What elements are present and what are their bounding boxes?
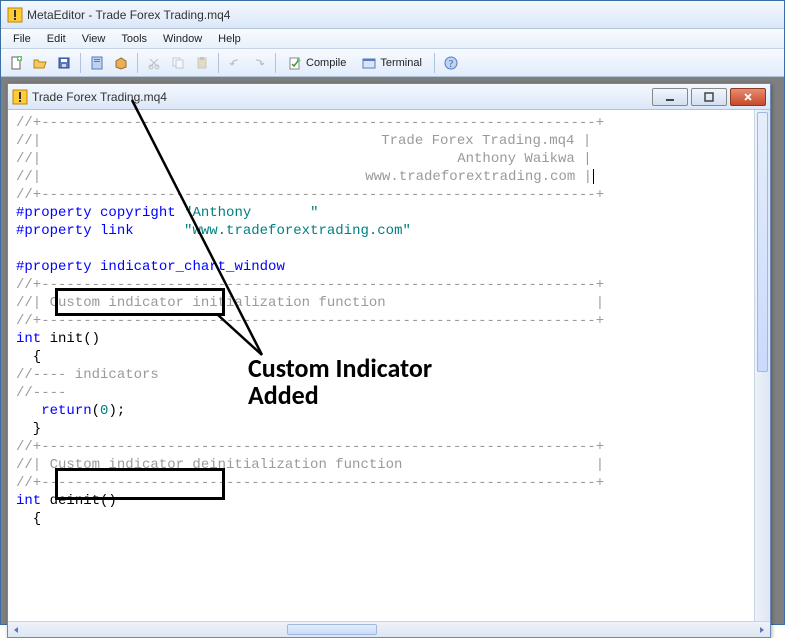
scroll-track[interactable] <box>24 622 754 637</box>
compile-button[interactable]: Compile <box>281 52 353 74</box>
save-button[interactable] <box>53 52 75 74</box>
toolbox-button[interactable] <box>110 52 132 74</box>
toolbar: Compile Terminal ? <box>1 49 784 77</box>
code-line: //+-------------------------------------… <box>16 277 604 293</box>
code-text: indicator_chart_window <box>92 259 285 275</box>
code-text: copyright <box>92 205 184 221</box>
svg-text:?: ? <box>449 59 454 70</box>
code-line: //+-------------------------------------… <box>16 313 604 329</box>
menu-tools[interactable]: Tools <box>113 31 155 47</box>
toolbar-separator <box>218 53 219 73</box>
scroll-left-arrow[interactable] <box>8 622 24 638</box>
open-file-button[interactable] <box>29 52 51 74</box>
toolbar-separator <box>137 53 138 73</box>
code-line: //+-------------------------------------… <box>16 115 604 131</box>
text-cursor <box>593 169 594 184</box>
scroll-thumb[interactable] <box>757 112 768 372</box>
toolbar-separator <box>80 53 81 73</box>
redo-button[interactable] <box>248 52 270 74</box>
navigator-button[interactable] <box>86 52 108 74</box>
new-file-button[interactable] <box>5 52 27 74</box>
code-line: //+-------------------------------------… <box>16 187 604 203</box>
code-line: { <box>16 349 41 365</box>
compile-label: Compile <box>306 57 346 69</box>
code-text: init() <box>41 331 100 347</box>
app-icon <box>7 7 23 23</box>
menu-edit[interactable]: Edit <box>39 31 74 47</box>
code-line: //| Custom indicator initialization func… <box>16 295 604 311</box>
code-line: } <box>16 421 41 437</box>
code-text: ); <box>108 403 125 419</box>
code-line: //+-------------------------------------… <box>16 475 604 491</box>
paste-button[interactable] <box>191 52 213 74</box>
cut-button[interactable] <box>143 52 165 74</box>
code-keyword: #property <box>16 259 92 275</box>
code-text: ( <box>92 403 100 419</box>
menu-help[interactable]: Help <box>210 31 249 47</box>
app-window: MetaEditor - Trade Forex Trading.mq4 Fil… <box>0 0 785 625</box>
code-line: //| <box>16 169 41 185</box>
editor-body: //+-------------------------------------… <box>8 110 770 621</box>
code-keyword: #property <box>16 223 92 239</box>
code-line: //---- indicators <box>16 367 159 383</box>
window-controls <box>652 88 766 106</box>
code-line: //| Custom indicator deinitialization fu… <box>16 457 604 473</box>
horizontal-scrollbar[interactable] <box>8 621 770 637</box>
scroll-thumb[interactable] <box>287 624 377 635</box>
mq4-file-icon <box>12 89 28 105</box>
code-line: www.tradeforextrading.com | <box>365 169 592 185</box>
mdi-area: Trade Forex Trading.mq4 //+-------------… <box>1 77 784 624</box>
terminal-label: Terminal <box>380 57 422 69</box>
menu-window[interactable]: Window <box>155 31 210 47</box>
app-title: MetaEditor - Trade Forex Trading.mq4 <box>27 8 230 22</box>
scroll-right-arrow[interactable] <box>754 622 770 638</box>
close-button[interactable] <box>730 88 766 106</box>
copy-button[interactable] <box>167 52 189 74</box>
code-text <box>16 403 41 419</box>
menu-file[interactable]: File <box>5 31 39 47</box>
code-line: { <box>16 511 41 527</box>
code-line: //+-------------------------------------… <box>16 439 604 455</box>
undo-button[interactable] <box>224 52 246 74</box>
toolbar-separator <box>275 53 276 73</box>
code-editor[interactable]: //+-------------------------------------… <box>8 110 754 621</box>
code-keyword: int <box>16 331 41 347</box>
code-string: "www.tradeforextrading.com" <box>184 223 411 239</box>
code-text: link <box>92 223 184 239</box>
maximize-button[interactable] <box>691 88 727 106</box>
editor-window: Trade Forex Trading.mq4 //+-------------… <box>7 83 771 638</box>
editor-title: Trade Forex Trading.mq4 <box>32 90 652 104</box>
code-string: "Anthony " <box>184 205 318 221</box>
code-line: //---- <box>16 385 66 401</box>
vertical-scrollbar[interactable] <box>754 110 770 621</box>
code-line: //| <box>16 151 41 167</box>
code-text: deinit() <box>41 493 117 509</box>
code-keyword: int <box>16 493 41 509</box>
help-button[interactable]: ? <box>440 52 462 74</box>
code-line: Trade Forex Trading.mq4 | <box>381 133 591 149</box>
editor-titlebar: Trade Forex Trading.mq4 <box>8 84 770 110</box>
code-keyword: return <box>41 403 91 419</box>
minimize-button[interactable] <box>652 88 688 106</box>
toolbar-separator <box>434 53 435 73</box>
code-line: //| <box>16 133 41 149</box>
code-line: Anthony Waikwa | <box>457 151 591 167</box>
terminal-button[interactable]: Terminal <box>355 52 429 74</box>
code-keyword: #property <box>16 205 92 221</box>
titlebar: MetaEditor - Trade Forex Trading.mq4 <box>1 1 784 29</box>
menu-view[interactable]: View <box>74 31 114 47</box>
menubar: File Edit View Tools Window Help <box>1 29 784 49</box>
